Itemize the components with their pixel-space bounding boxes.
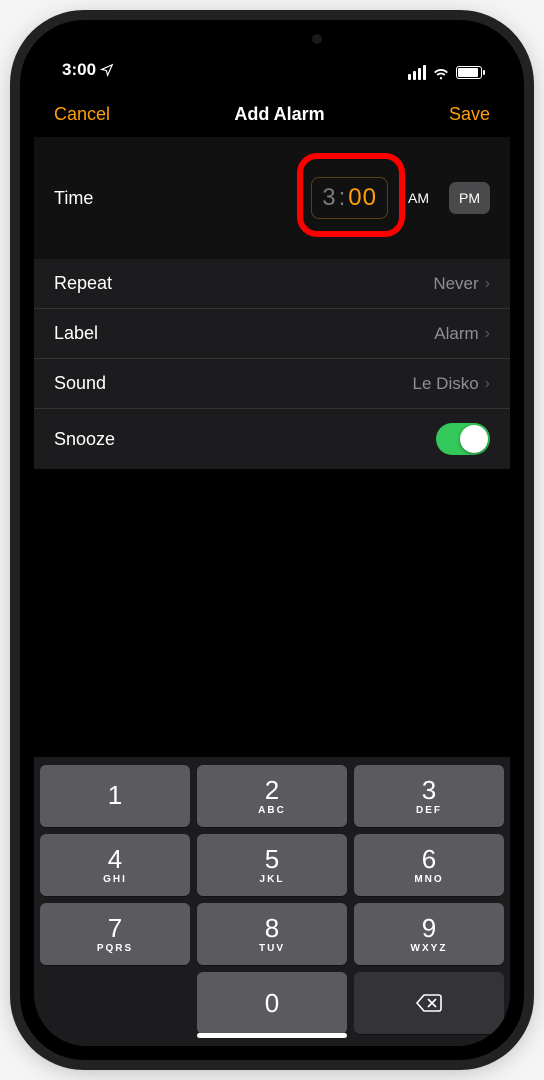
label-value: Alarm: [434, 324, 478, 344]
key-1[interactable]: 1: [40, 765, 190, 827]
key-9[interactable]: 9WXYZ: [354, 903, 504, 965]
backspace-key[interactable]: [354, 972, 504, 1034]
key-6[interactable]: 6MNO: [354, 834, 504, 896]
key-0[interactable]: 0: [197, 972, 347, 1034]
backspace-icon: [415, 993, 443, 1013]
save-button[interactable]: Save: [449, 104, 490, 125]
pm-button[interactable]: PM: [449, 182, 490, 214]
battery-icon: [456, 66, 482, 79]
phone-frame: 3:00 Cancel Add Alarm Save Time 3: [20, 20, 524, 1060]
label-label: Label: [54, 323, 434, 344]
chevron-right-icon: ›: [485, 325, 490, 343]
snooze-toggle[interactable]: [436, 423, 490, 455]
time-label: Time: [54, 188, 311, 209]
key-2[interactable]: 2ABC: [197, 765, 347, 827]
sound-row[interactable]: Sound Le Disko ›: [34, 359, 510, 409]
sound-label: Sound: [54, 373, 413, 394]
chevron-right-icon: ›: [485, 275, 490, 293]
key-5[interactable]: 5JKL: [197, 834, 347, 896]
time-input[interactable]: 3 : 00: [311, 177, 388, 219]
wifi-icon: [432, 66, 450, 80]
signal-icon: [408, 65, 426, 80]
nav-bar: Cancel Add Alarm Save: [34, 82, 510, 137]
repeat-value: Never: [433, 274, 478, 294]
location-icon: [100, 63, 114, 77]
label-row[interactable]: Label Alarm ›: [34, 309, 510, 359]
snooze-row: Snooze: [34, 409, 510, 469]
screen: 3:00 Cancel Add Alarm Save Time 3: [34, 34, 510, 1046]
sound-value: Le Disko: [413, 374, 479, 394]
chevron-right-icon: ›: [485, 375, 490, 393]
key-blank: [40, 972, 190, 1034]
status-time: 3:00: [62, 60, 96, 80]
snooze-label: Snooze: [54, 429, 436, 450]
time-hour: 3: [322, 184, 336, 212]
am-button[interactable]: AM: [398, 182, 439, 214]
key-8[interactable]: 8TUV: [197, 903, 347, 965]
settings-list: Repeat Never › Label Alarm › Sound Le Di…: [34, 259, 510, 469]
page-title: Add Alarm: [234, 104, 324, 125]
repeat-row[interactable]: Repeat Never ›: [34, 259, 510, 309]
numeric-keypad: 1 2ABC 3DEF 4GHI 5JKL 6MNO 7PQRS 8TUV 9W…: [34, 757, 510, 1046]
time-section: Time 3 : 00 AM PM: [34, 137, 510, 259]
key-3[interactable]: 3DEF: [354, 765, 504, 827]
key-7[interactable]: 7PQRS: [40, 903, 190, 965]
notch: [157, 20, 387, 52]
key-4[interactable]: 4GHI: [40, 834, 190, 896]
repeat-label: Repeat: [54, 273, 433, 294]
time-minute: 00: [348, 184, 377, 212]
cancel-button[interactable]: Cancel: [54, 104, 110, 125]
home-indicator[interactable]: [197, 1033, 347, 1038]
